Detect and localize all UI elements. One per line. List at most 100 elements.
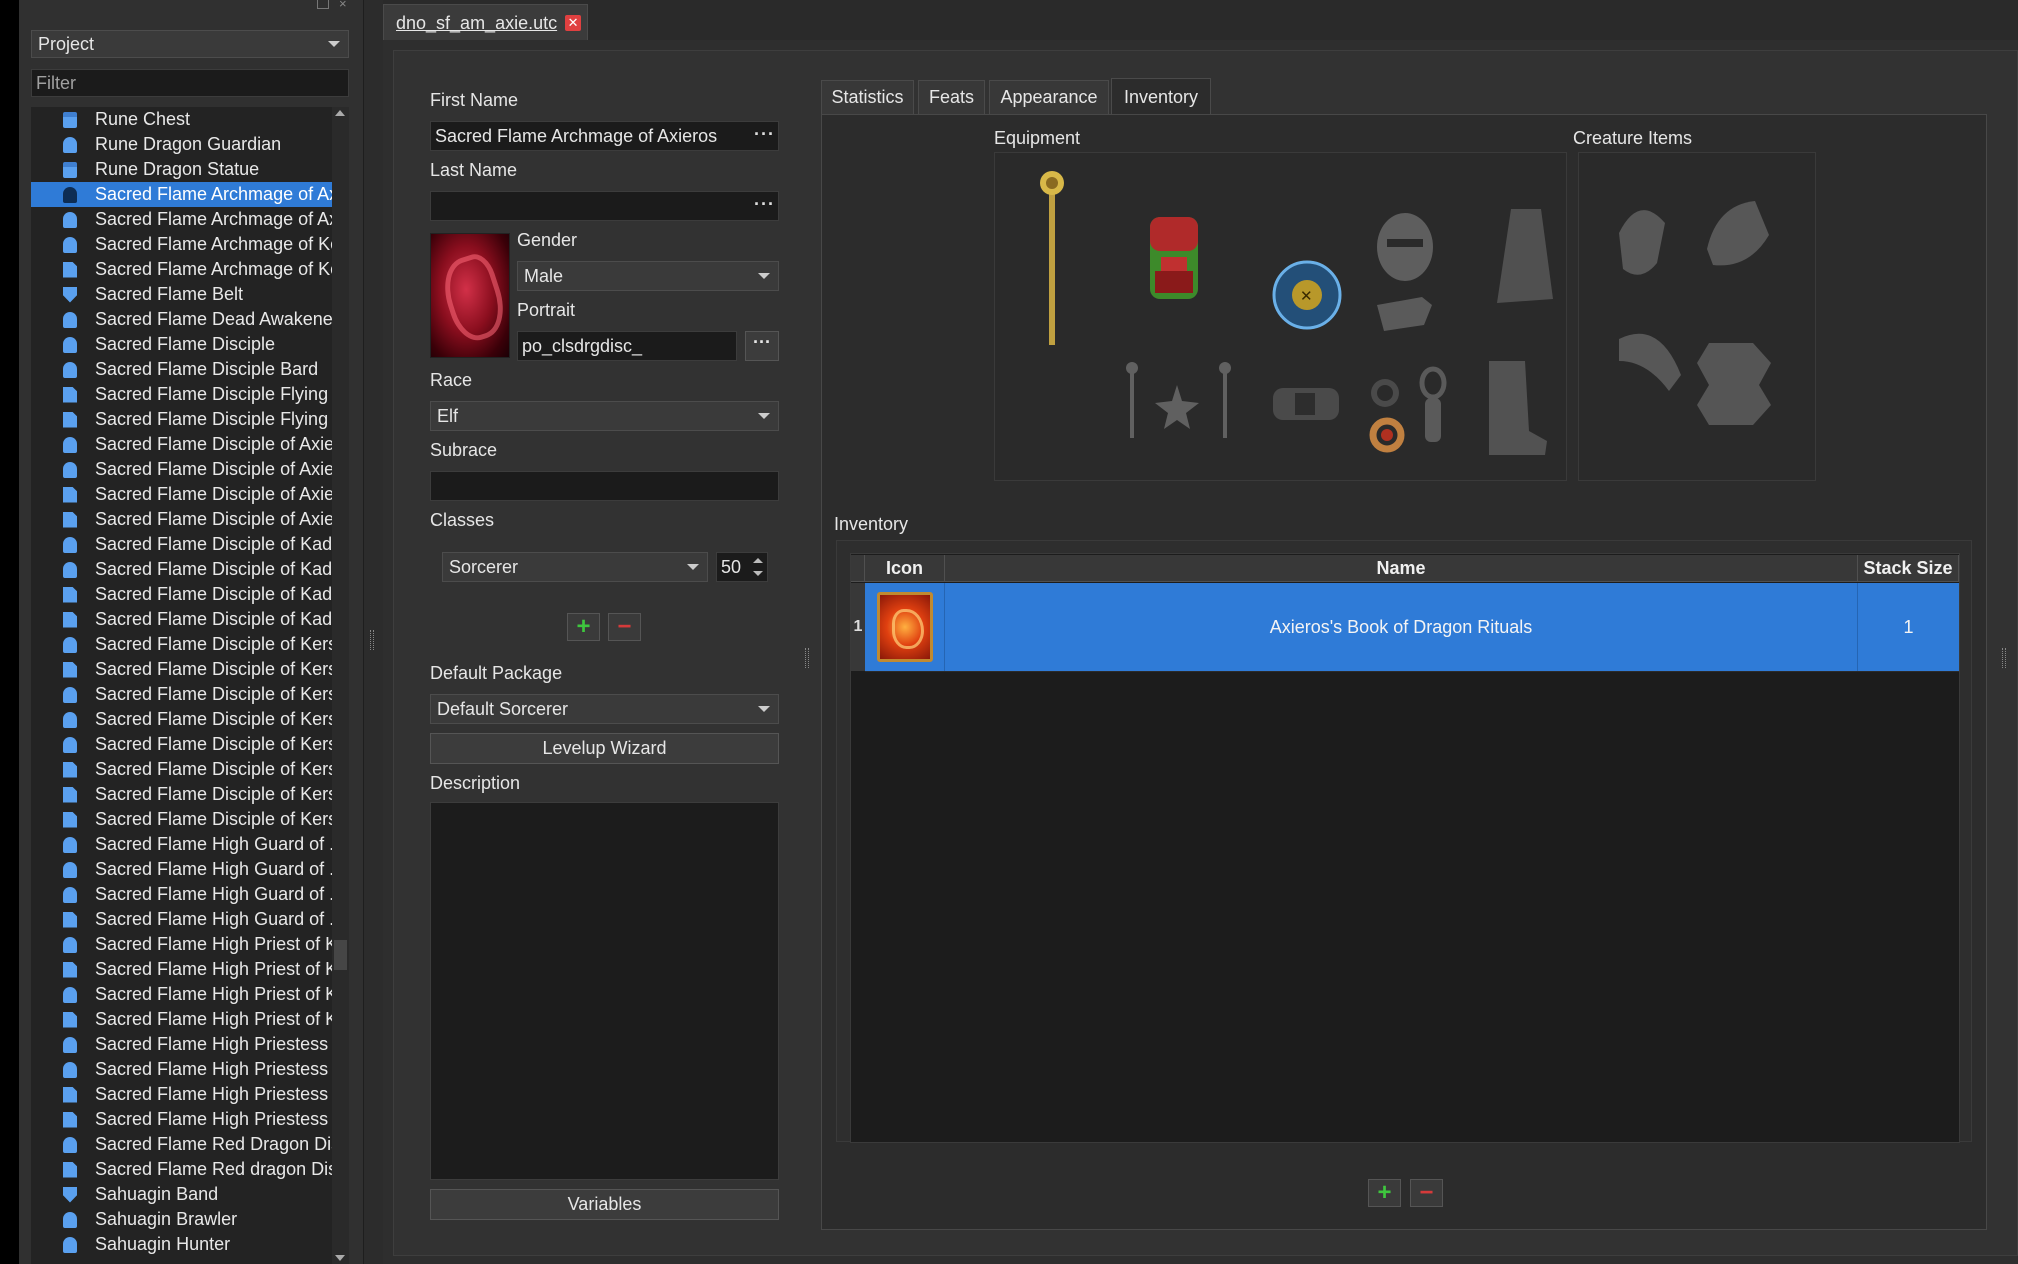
tree-item[interactable]: Sacred Flame High Priest of K... [31,982,332,1007]
tree-scrollbar-thumb[interactable] [334,940,347,970]
gloves-icon[interactable] [1377,297,1432,331]
tree-item[interactable]: Sahuagin Brawler [31,1207,332,1232]
helmet-icon[interactable] [1377,213,1433,281]
tree-item[interactable]: Sacred Flame Belt [31,282,332,307]
armor-chest-icon[interactable] [1150,217,1198,299]
bite-icon[interactable] [1619,333,1681,391]
tab-inventory[interactable]: Inventory [1111,78,1211,115]
tree-item[interactable]: Sacred Flame Disciple of Kers... [31,682,332,707]
editor-splitter[interactable] [805,648,809,668]
ring-left-icon[interactable] [1371,379,1399,407]
description-textarea[interactable] [430,802,779,1180]
bullets-icon[interactable] [1155,385,1199,429]
boots-icon[interactable] [1489,361,1547,455]
document-tab[interactable]: dno_sf_am_axie.utc ✕ [383,4,588,41]
tree-item[interactable]: Sacred Flame Disciple of Kersa [31,657,332,682]
dock-close-icon[interactable]: × [339,0,347,10]
race-combo[interactable]: Elf [430,401,779,431]
tree-item[interactable]: Sacred Flame Disciple of Axie... [31,457,332,482]
tree-item[interactable]: Sacred Flame High Priestess ... [31,1057,332,1082]
dock-splitter[interactable] [363,0,383,1264]
ellipsis-icon[interactable] [754,194,775,215]
right-splitter[interactable] [1990,0,2018,1264]
tree-item[interactable]: Sacred Flame Dead Awakene... [31,307,332,332]
portrait-browse-button[interactable]: ··· [745,331,779,361]
claw-left-icon[interactable] [1619,210,1665,275]
necklace-icon[interactable] [1419,366,1447,442]
default-package-combo[interactable]: Default Sorcerer [430,694,779,724]
tree-item[interactable]: Sacred Flame High Priestess ... [31,1032,332,1057]
tree-item[interactable]: Sacred Flame Disciple of Kers... [31,732,332,757]
tree-item[interactable]: Sacred Flame Archmage of Ke... [31,257,332,282]
column-header-icon[interactable]: Icon [865,555,945,582]
ring-right-icon[interactable] [1369,417,1405,453]
tab-appearance[interactable]: Appearance [989,80,1109,114]
spin-down-icon[interactable] [753,571,763,576]
tree-item[interactable]: Sacred Flame Disciple of Axie... [31,432,332,457]
tree-item[interactable]: Sacred Flame High Guard of ... [31,857,332,882]
tree-item[interactable]: Sacred Flame Archmage of Ax... [31,182,332,207]
close-tab-icon[interactable]: ✕ [565,15,582,31]
tree-item[interactable]: Sacred Flame Disciple of Kad... [31,607,332,632]
tree-item[interactable]: Sacred Flame Archmage of Ax... [31,207,332,232]
filter-input[interactable]: Filter [31,69,349,97]
tree-item[interactable]: Sacred Flame Disciple of Kers... [31,782,332,807]
portrait-field[interactable]: po_clsdrgdisc_ [517,331,737,361]
arrows-icon[interactable] [1126,362,1138,438]
last-name-field[interactable] [430,191,779,221]
creature-skin-icon[interactable] [1697,343,1771,425]
cloak-icon[interactable] [1497,209,1553,303]
tree-item[interactable]: Sacred Flame High Priest of K... [31,1007,332,1032]
project-combo[interactable]: Project [31,30,349,58]
tree-item[interactable]: Sacred Flame Disciple of Kad... [31,532,332,557]
add-class-button[interactable]: + [567,613,600,641]
claw-right-icon[interactable] [1707,201,1769,266]
tree-item[interactable]: Rune Dragon Statue [31,157,332,182]
tree-item[interactable]: Sacred Flame High Priestess ... [31,1082,332,1107]
tree-scrollbar[interactable] [332,107,349,1264]
tree-item[interactable]: Sacred Flame High Priest of K... [31,957,332,982]
tree-item[interactable]: Sacred Flame High Priestess ... [31,1107,332,1132]
belt-icon[interactable] [1273,388,1339,420]
tree-item[interactable]: Sacred Flame Red Dragon Dis... [31,1132,332,1157]
levelup-wizard-button[interactable]: Levelup Wizard [430,733,779,764]
tab-statistics[interactable]: Statistics [821,80,914,114]
dock-float-button[interactable] [317,0,329,9]
remove-class-button[interactable]: − [608,613,641,641]
tree-item[interactable]: Sacred Flame High Priest of K... [31,932,332,957]
staff-icon[interactable] [1040,171,1064,345]
tree-item[interactable]: Sacred Flame Archmage of Ke... [31,232,332,257]
variables-button[interactable]: Variables [430,1189,779,1220]
tree-item[interactable]: Sacred Flame Disciple of Axie... [31,507,332,532]
scroll-up-icon[interactable] [335,110,345,116]
tree-item[interactable]: Sacred Flame Disciple of Kers... [31,807,332,832]
project-tree[interactable]: Rune Chest Rune Dragon Guardian Rune Drago… [31,107,332,1264]
tree-item[interactable]: Sacred Flame Disciple [31,332,332,357]
add-item-button[interactable]: + [1368,1179,1401,1207]
tree-item[interactable]: Sacred Flame Disciple of Kad... [31,582,332,607]
tree-item[interactable]: Sahuagin Band [31,1182,332,1207]
amulet-slot-icon[interactable]: ✕ [1272,260,1342,330]
class-combo[interactable]: Sorcerer [442,552,708,582]
tree-item[interactable]: Sacred Flame High Guard of ... [31,907,332,932]
tree-item[interactable]: Sahuagin Hunter [31,1232,332,1257]
tree-item[interactable]: Sacred Flame Disciple of Kad... [31,557,332,582]
spin-up-icon[interactable] [753,558,763,563]
tab-feats[interactable]: Feats [918,80,985,114]
tree-item[interactable]: Sacred Flame High Guard of ... [31,832,332,857]
bolts-icon[interactable] [1219,362,1231,438]
ellipsis-icon[interactable] [754,124,775,145]
tree-item[interactable]: Sacred Flame Disciple Flying ... [31,407,332,432]
column-header-stack-size[interactable]: Stack Size [1858,555,1959,582]
tree-item[interactable]: Sacred Flame Disciple of Kersa [31,632,332,657]
column-header-name[interactable]: Name [945,555,1858,582]
tree-item[interactable]: Sacred Flame High Guard of ... [31,882,332,907]
subrace-field[interactable] [430,471,779,501]
tree-item[interactable]: Sacred Flame Disciple of Axie... [31,482,332,507]
class-level-spinbox[interactable]: 50 [716,552,768,582]
remove-item-button[interactable]: − [1410,1179,1443,1207]
tree-item[interactable]: Rune Dragon Guardian [31,132,332,157]
gender-combo[interactable]: Male [517,261,779,291]
tree-item[interactable]: Sacred Flame Red dragon Dis... [31,1157,332,1182]
row-header[interactable]: 1 [851,583,865,671]
